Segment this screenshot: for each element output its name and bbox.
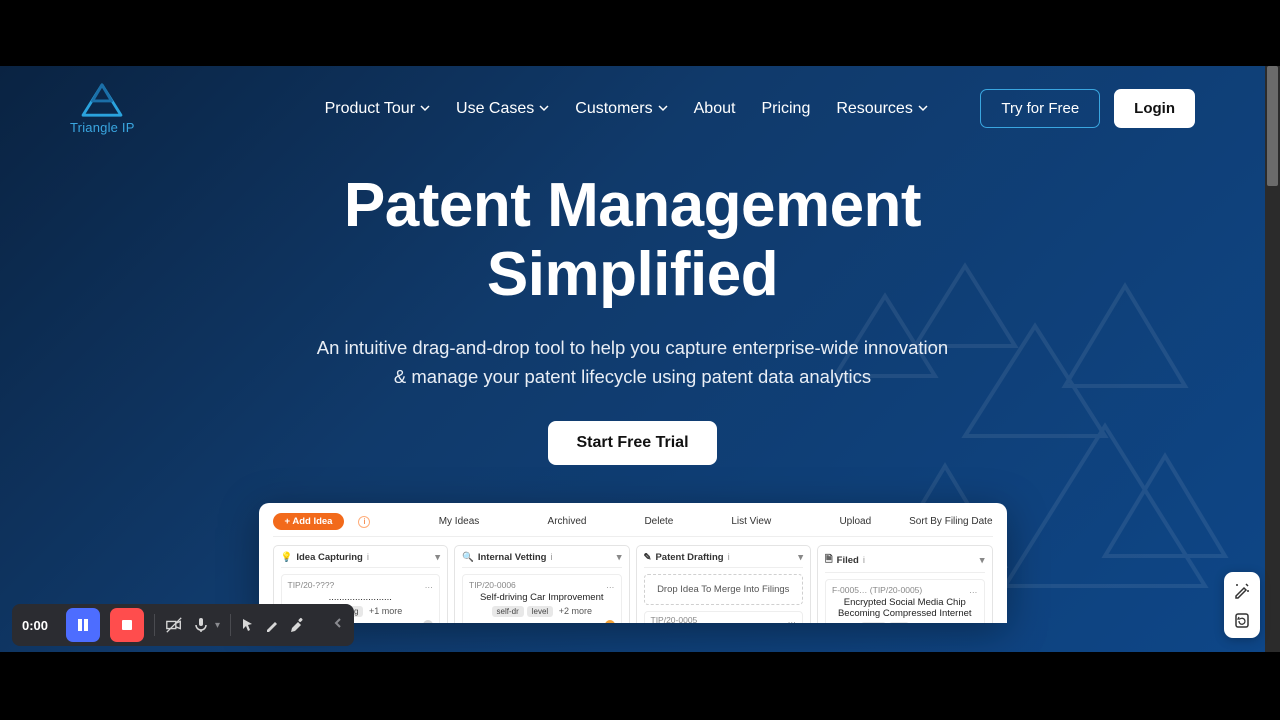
nav-resources[interactable]: Resources [836,100,927,118]
nav-pricing[interactable]: Pricing [761,100,810,118]
chevron-down-icon [918,100,928,118]
chevron-down-icon [539,100,549,118]
info-icon: i [358,516,370,528]
cursor-icon [241,618,255,632]
mock-tab-list: List View [731,516,771,527]
mock-upload: Upload [839,516,871,527]
recorder-collapse-button[interactable] [332,616,344,634]
mock-drop-target: Drop Idea To Merge Into Filings [644,574,804,605]
screen-recorder-toolbar: 0:00 ▾ [12,604,354,646]
wand-icon [1233,581,1251,599]
triangle-logo-icon [79,82,125,118]
try-for-free-button[interactable]: Try for Free [980,89,1100,128]
vertical-scrollbar[interactable] [1265,66,1280,652]
recorder-highlighter-tool[interactable] [289,617,305,633]
main-nav: Product Tour Use Cases Customers About P… [325,100,928,118]
pen-icon [265,618,279,632]
mock-add-idea-button: + Add Idea [273,513,345,530]
product-screenshot: + Add Idea i My Ideas Archived Delete Li… [259,503,1007,623]
side-widget-panel [1224,572,1260,638]
highlighter-icon [289,617,305,633]
scrollbar-thumb[interactable] [1267,66,1278,186]
mock-tab-archived: Archived [548,516,587,527]
mock-tab-delete: Delete [644,516,673,527]
chevron-down-icon [420,100,430,118]
login-button[interactable]: Login [1114,89,1195,128]
recorder-mic-toggle[interactable] [193,617,209,633]
camera-off-icon [165,616,183,634]
brand-name: Triangle IP [70,120,135,135]
microphone-icon [193,617,209,633]
stop-icon [121,619,133,631]
nav-use-cases[interactable]: Use Cases [456,100,549,118]
recorder-stop-button[interactable] [110,608,144,642]
nav-about[interactable]: About [694,100,736,118]
letterbox-top [0,0,1280,66]
nav-product-tour[interactable]: Product Tour [325,100,430,118]
brand-logo[interactable]: Triangle IP [70,82,135,135]
header-actions: Try for Free Login [980,89,1195,128]
mock-toolbar: + Add Idea i My Ideas Archived Delete Li… [273,513,993,537]
recorder-pen-tool[interactable] [265,618,279,632]
chevron-down-icon [658,100,668,118]
hero-section: Patent Management Simplified An intuitiv… [0,171,1265,623]
hero-subtext: An intuitive drag-and-drop tool to help … [60,334,1205,391]
recorder-pause-button[interactable] [66,608,100,642]
side-widget-edit[interactable] [1232,580,1252,600]
mock-col-filed: 🗎Filedi▾ F-0005… (TIP/20-0005)…Encrypted… [817,545,993,623]
mock-columns: 💡Idea Capturingi▾ TIP/20-????…..........… [273,545,993,623]
clipboard-refresh-icon [1233,611,1251,629]
start-free-trial-button[interactable]: Start Free Trial [548,421,716,465]
recorder-time: 0:00 [22,618,56,633]
mock-col-vetting: 🔍Internal Vettingi▾ TIP/20-0006…Self-dri… [454,545,630,623]
site-header: Triangle IP Product Tour Use Cases Custo… [0,66,1265,135]
recorder-cursor-tool[interactable] [241,618,255,632]
mock-tab-my-ideas: My Ideas [439,516,480,527]
recorder-camera-toggle[interactable] [165,616,183,634]
mock-col-drafting: ✎Patent Draftingi▾ Drop Idea To Merge In… [636,545,812,623]
pause-icon [76,618,90,632]
letterbox-bottom [0,652,1280,720]
hero-headline: Patent Management Simplified [60,171,1205,310]
nav-customers[interactable]: Customers [575,100,667,118]
side-widget-calendar[interactable] [1232,610,1252,630]
chevron-left-icon [332,617,344,629]
page-viewport: Triangle IP Product Tour Use Cases Custo… [0,66,1265,652]
mock-sort: Sort By Filing Date [909,516,992,527]
recorder-mic-dropdown[interactable]: ▾ [215,620,220,631]
